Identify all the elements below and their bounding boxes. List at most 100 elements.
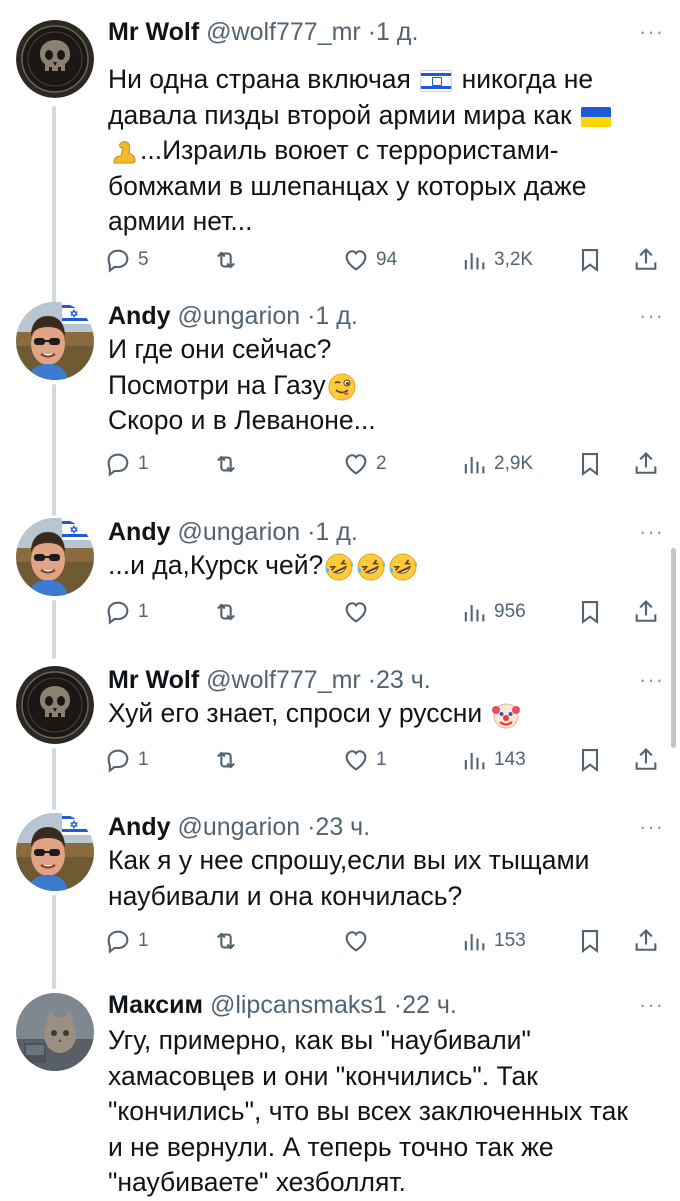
reply-icon — [104, 927, 132, 955]
like-button[interactable] — [342, 592, 376, 632]
author-handle[interactable]: @lipcansmaks1 — [210, 991, 387, 1019]
retweet-button[interactable] — [212, 444, 246, 484]
share-button[interactable] — [632, 444, 660, 484]
author-handle[interactable]: @ungarion — [177, 302, 300, 330]
retweet-button[interactable] — [212, 740, 246, 780]
like-button[interactable] — [342, 921, 376, 961]
like-count: 2 — [376, 453, 387, 474]
more-options-icon[interactable]: ··· — [639, 987, 664, 1023]
more-options-icon[interactable]: ··· — [639, 514, 664, 550]
reply-button[interactable]: 1 — [104, 444, 149, 484]
bookmark-button[interactable] — [576, 740, 604, 780]
share-button[interactable] — [632, 740, 660, 780]
views-button[interactable]: 3,2K — [460, 240, 533, 280]
reply-button[interactable]: 1 — [104, 740, 149, 780]
emoji-rofl-icon — [388, 552, 418, 582]
tweet-text-line: Как я у нее спрошу,если вы их тыщами — [108, 843, 653, 879]
views-chart-icon — [460, 450, 488, 478]
author-name[interactable]: Andy — [108, 302, 171, 330]
views-button[interactable]: 143 — [460, 740, 526, 780]
views-count: 143 — [494, 749, 526, 770]
author-name[interactable]: Andy — [108, 518, 171, 546]
author-name[interactable]: Максим — [108, 991, 203, 1019]
avatar[interactable] — [16, 666, 94, 744]
heart-icon — [342, 598, 370, 626]
share-icon — [632, 450, 660, 478]
tweet-text-segment: никогда не — [454, 64, 594, 94]
heart-icon — [342, 246, 370, 274]
tweet-text-line: хамасовцев и они "кончились". Так — [108, 1059, 653, 1095]
author-handle[interactable]: @ungarion — [177, 518, 300, 546]
tweet-text: И где они сейчас? Посмотри на Газу Скоро и… — [108, 332, 653, 439]
author-name[interactable]: Andy — [108, 813, 171, 841]
author-handle[interactable]: @ungarion — [177, 813, 300, 841]
tweet-text: Угу, примерно, как вы "наубивали" хамасов… — [108, 1023, 653, 1201]
thread-connector-line — [52, 106, 56, 304]
timestamp[interactable]: 23 ч. — [315, 813, 370, 841]
author-name[interactable]: Mr Wolf — [108, 18, 199, 46]
bookmark-button[interactable] — [576, 240, 604, 280]
share-button[interactable] — [632, 592, 660, 632]
scrollbar[interactable] — [671, 548, 676, 748]
retweet-icon — [212, 246, 240, 274]
reply-button[interactable]: 5 — [104, 240, 149, 280]
views-button[interactable]: 2,9K — [460, 444, 533, 484]
tweet-text-segment: Хуй его знает, спроси у руссни — [108, 698, 490, 728]
like-button[interactable]: 94 — [342, 240, 397, 280]
tweet-text-line: ...и да,Курск чей? — [108, 548, 653, 584]
retweet-button[interactable] — [212, 592, 246, 632]
timestamp[interactable]: 23 ч. — [376, 666, 431, 694]
tweet-text-segment: Как я у нее спрошу,если вы их тыщами — [108, 845, 590, 875]
tweet-header: Максим @lipcansmaks1 ·22 ч. — [108, 987, 457, 1023]
thread-connector-line — [52, 384, 56, 516]
timestamp[interactable]: 1 д. — [376, 18, 418, 46]
retweet-button[interactable] — [212, 240, 246, 280]
tweet-text-segment: ...Израиль воюет с террористами- — [140, 135, 559, 165]
more-options-icon[interactable]: ··· — [639, 298, 664, 334]
author-handle[interactable]: @wolf777_mr — [206, 18, 361, 46]
bookmark-button[interactable] — [576, 444, 604, 484]
reply-icon — [104, 598, 132, 626]
share-button[interactable] — [632, 921, 660, 961]
avatar[interactable] — [16, 20, 94, 98]
bookmark-button[interactable] — [576, 921, 604, 961]
views-count: 3,2K — [494, 249, 534, 270]
bookmark-button[interactable] — [576, 592, 604, 632]
avatar[interactable] — [16, 813, 94, 891]
tweet-actions: 1 153 — [100, 921, 670, 961]
like-button[interactable]: 1 — [342, 740, 387, 780]
avatar[interactable] — [16, 993, 94, 1071]
tweet-text-segment: хамасовцев и они "кончились". Так — [108, 1060, 538, 1091]
tweet-text-segment: давала пизды второй армии мира как — [108, 99, 579, 130]
tweet-header: Mr Wolf @wolf777_mr ·1 д. — [108, 14, 418, 50]
tweet-text-line: армии нет... — [108, 204, 653, 240]
tweet-actions: 1 1 143 — [100, 740, 670, 780]
tweet-actions: 5 94 3,2K — [100, 240, 670, 280]
tweet-text-segment: И где они сейчас? — [108, 334, 332, 364]
author-handle[interactable]: @wolf777_mr — [206, 666, 361, 694]
like-button[interactable]: 2 — [342, 444, 387, 484]
reply-button[interactable]: 1 — [104, 592, 149, 632]
separator-dot: · — [367, 18, 377, 46]
retweet-button[interactable] — [212, 921, 246, 961]
more-options-icon[interactable]: ··· — [639, 662, 664, 698]
author-name[interactable]: Mr Wolf — [108, 666, 199, 694]
heart-icon — [342, 746, 370, 774]
reply-button[interactable]: 1 — [104, 921, 149, 961]
views-button[interactable]: 956 — [460, 592, 526, 632]
tweet-actions: 1 2 2,9K — [100, 444, 670, 484]
separator-dot: · — [393, 991, 403, 1019]
avatar[interactable] — [16, 518, 94, 596]
timestamp[interactable]: 22 ч. — [402, 991, 457, 1019]
timestamp[interactable]: 1 д. — [315, 302, 357, 330]
emoji-rofl-icon — [356, 552, 386, 582]
reply-icon — [104, 746, 132, 774]
avatar[interactable] — [16, 302, 94, 380]
more-options-icon[interactable]: ··· — [639, 809, 664, 845]
share-button[interactable] — [632, 240, 660, 280]
timestamp[interactable]: 1 д. — [315, 518, 357, 546]
tweet-text: ...и да,Курск чей? — [108, 548, 653, 584]
more-options-icon[interactable]: ··· — [639, 14, 664, 50]
views-button[interactable]: 153 — [460, 921, 526, 961]
emoji-wink-tongue-icon — [327, 372, 357, 402]
